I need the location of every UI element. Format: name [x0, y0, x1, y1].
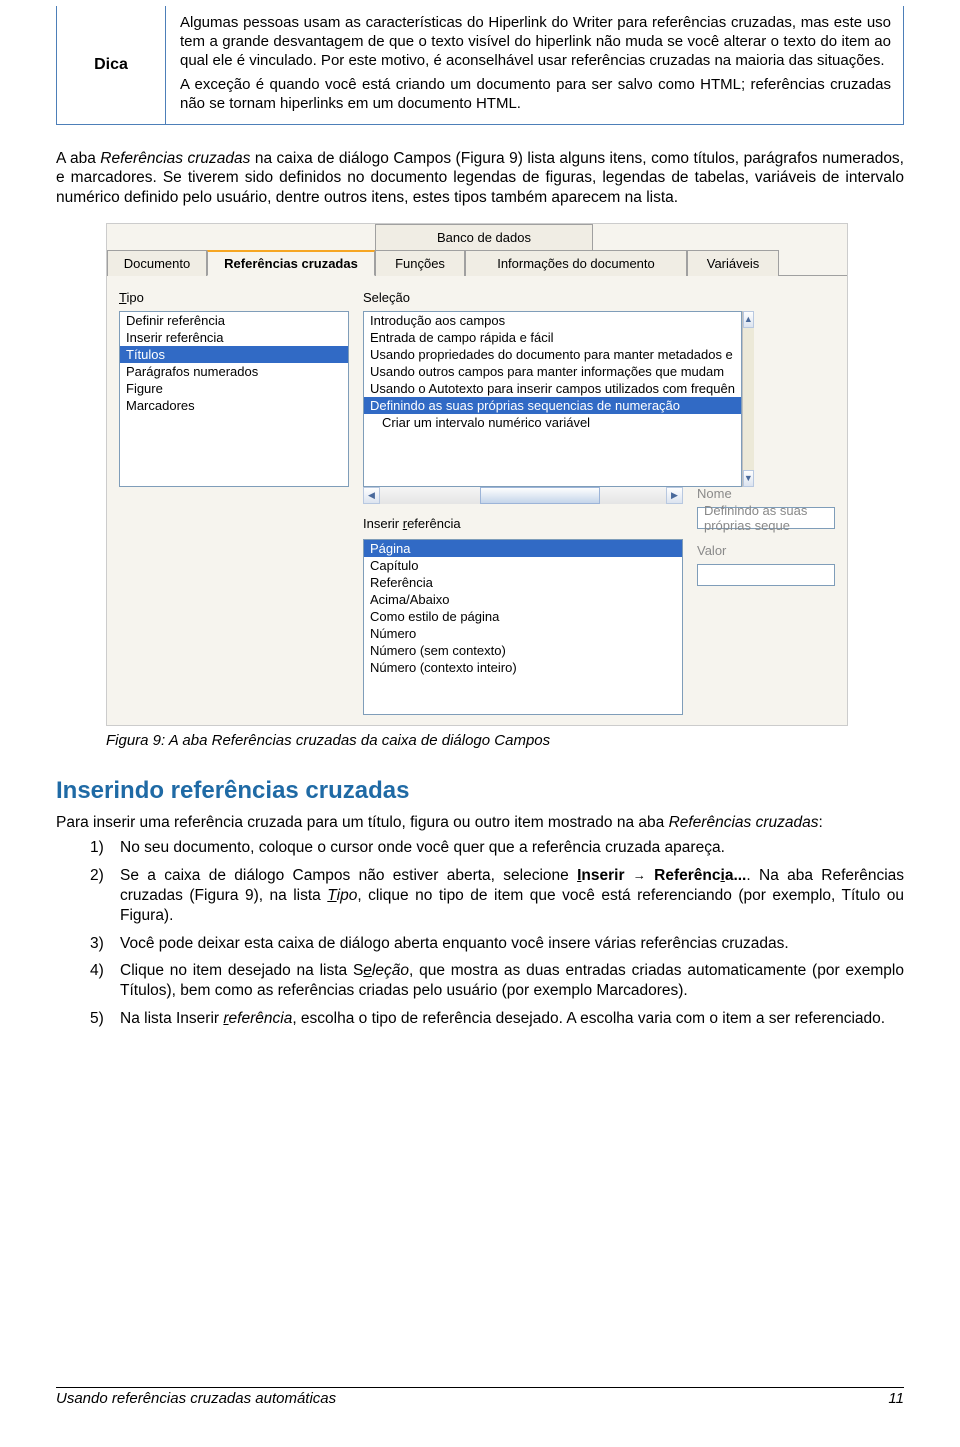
selecao-listbox[interactable]: Introdução aos campos Entrada de campo r…	[363, 311, 742, 487]
list-item[interactable]: Figure	[120, 380, 348, 397]
page-footer: Usando referências cruzadas automáticas …	[56, 1387, 904, 1407]
tipo-label: Tipo	[119, 290, 349, 305]
valor-label: Valor	[697, 543, 835, 558]
list-item[interactable]: Como estilo de página	[364, 608, 682, 625]
list-item[interactable]: Página	[364, 540, 682, 557]
tip-box: Dica Algumas pessoas usam as característ…	[56, 6, 904, 125]
horizontal-scrollbar[interactable]: ◀ ▶	[363, 487, 683, 504]
list-item[interactable]: Referência	[364, 574, 682, 591]
list-item[interactable]: Criar um intervalo numérico variável	[364, 414, 741, 431]
tip-label-cell: Dica	[56, 6, 166, 125]
list-item[interactable]: Capítulo	[364, 557, 682, 574]
figure-9: Banco de dados Documento Referências cru…	[56, 223, 904, 726]
figure-caption: Figura 9: A aba Referências cruzadas da …	[56, 732, 904, 749]
list-item[interactable]: Usando outros campos para manter informa…	[364, 363, 741, 380]
step-1: 1)No seu documento, coloque o cursor ond…	[90, 838, 904, 858]
section-heading: Inserindo referências cruzadas	[56, 777, 904, 805]
step-4: 4) Clique no item desejado na lista Sele…	[90, 961, 904, 1001]
tip-label: Dica	[94, 56, 128, 74]
lead-paragraph: Para inserir uma referência cruzada para…	[56, 813, 904, 832]
steps-list: 1)No seu documento, coloque o cursor ond…	[56, 838, 904, 1029]
tab-funcoes[interactable]: Funções	[375, 250, 465, 276]
list-item[interactable]: Número (sem contexto)	[364, 642, 682, 659]
inserir-referencia-label: Inserir referência	[363, 516, 683, 531]
dialog-body: Tipo Definir referência Inserir referênc…	[107, 276, 847, 725]
tab-documento[interactable]: Documento	[107, 250, 207, 276]
tipo-listbox[interactable]: Definir referência Inserir referência Tí…	[119, 311, 349, 487]
step-3: 3)Você pode deixar esta caixa de diálogo…	[90, 934, 904, 954]
list-item[interactable]: Entrada de campo rápida e fácil	[364, 329, 741, 346]
valor-field[interactable]	[697, 564, 835, 586]
page-number: 11	[888, 1390, 904, 1407]
tab-referencias-cruzadas[interactable]: Referências cruzadas	[207, 250, 375, 276]
selecao-label: Seleção	[363, 290, 683, 305]
list-item[interactable]: Acima/Abaixo	[364, 591, 682, 608]
list-item[interactable]: Número	[364, 625, 682, 642]
intro-paragraph: A aba Referências cruzadas na caixa de d…	[56, 149, 904, 207]
footer-section-title: Usando referências cruzadas automáticas	[56, 1390, 336, 1407]
tab-informacoes-documento[interactable]: Informações do documento	[465, 250, 687, 276]
nome-field[interactable]: Definindo as suas próprias seque	[697, 507, 835, 529]
list-item[interactable]: Parágrafos numerados	[120, 363, 348, 380]
scroll-left-icon[interactable]: ◀	[363, 487, 380, 504]
scroll-right-icon[interactable]: ▶	[666, 487, 683, 504]
campos-dialog: Banco de dados Documento Referências cru…	[106, 223, 848, 726]
tab-banco-de-dados[interactable]: Banco de dados	[375, 224, 593, 250]
tab-row-top: Banco de dados	[107, 224, 847, 250]
tab-variaveis[interactable]: Variáveis	[687, 250, 779, 276]
step-5: 5) Na lista Inserir referência, escolha …	[90, 1009, 904, 1029]
list-item[interactable]: Títulos	[120, 346, 348, 363]
tip-paragraph-2: A exceção é quando você está criando um …	[180, 76, 891, 114]
inserir-referencia-listbox[interactable]: Página Capítulo Referência Acima/Abaixo …	[363, 539, 683, 715]
tip-paragraph-1: Algumas pessoas usam as características …	[180, 14, 891, 70]
list-item[interactable]: Definir referência	[120, 312, 348, 329]
list-item[interactable]: Usando propriedades do documento para ma…	[364, 346, 741, 363]
list-item[interactable]: Marcadores	[120, 397, 348, 414]
tab-row-bottom: Documento Referências cruzadas Funções I…	[107, 250, 847, 276]
list-item[interactable]: Usando o Autotexto para inserir campos u…	[364, 380, 741, 397]
scrollbar-thumb[interactable]	[480, 487, 600, 504]
list-item[interactable]: Inserir referência	[120, 329, 348, 346]
list-item[interactable]: Introdução aos campos	[364, 312, 741, 329]
nome-label: Nome	[697, 486, 835, 501]
tip-body: Algumas pessoas usam as características …	[166, 6, 904, 125]
list-item[interactable]: Definindo as suas próprias sequencias de…	[364, 397, 741, 414]
list-item[interactable]: Número (contexto inteiro)	[364, 659, 682, 676]
step-2: 2) Se a caixa de diálogo Campos não esti…	[90, 866, 904, 925]
